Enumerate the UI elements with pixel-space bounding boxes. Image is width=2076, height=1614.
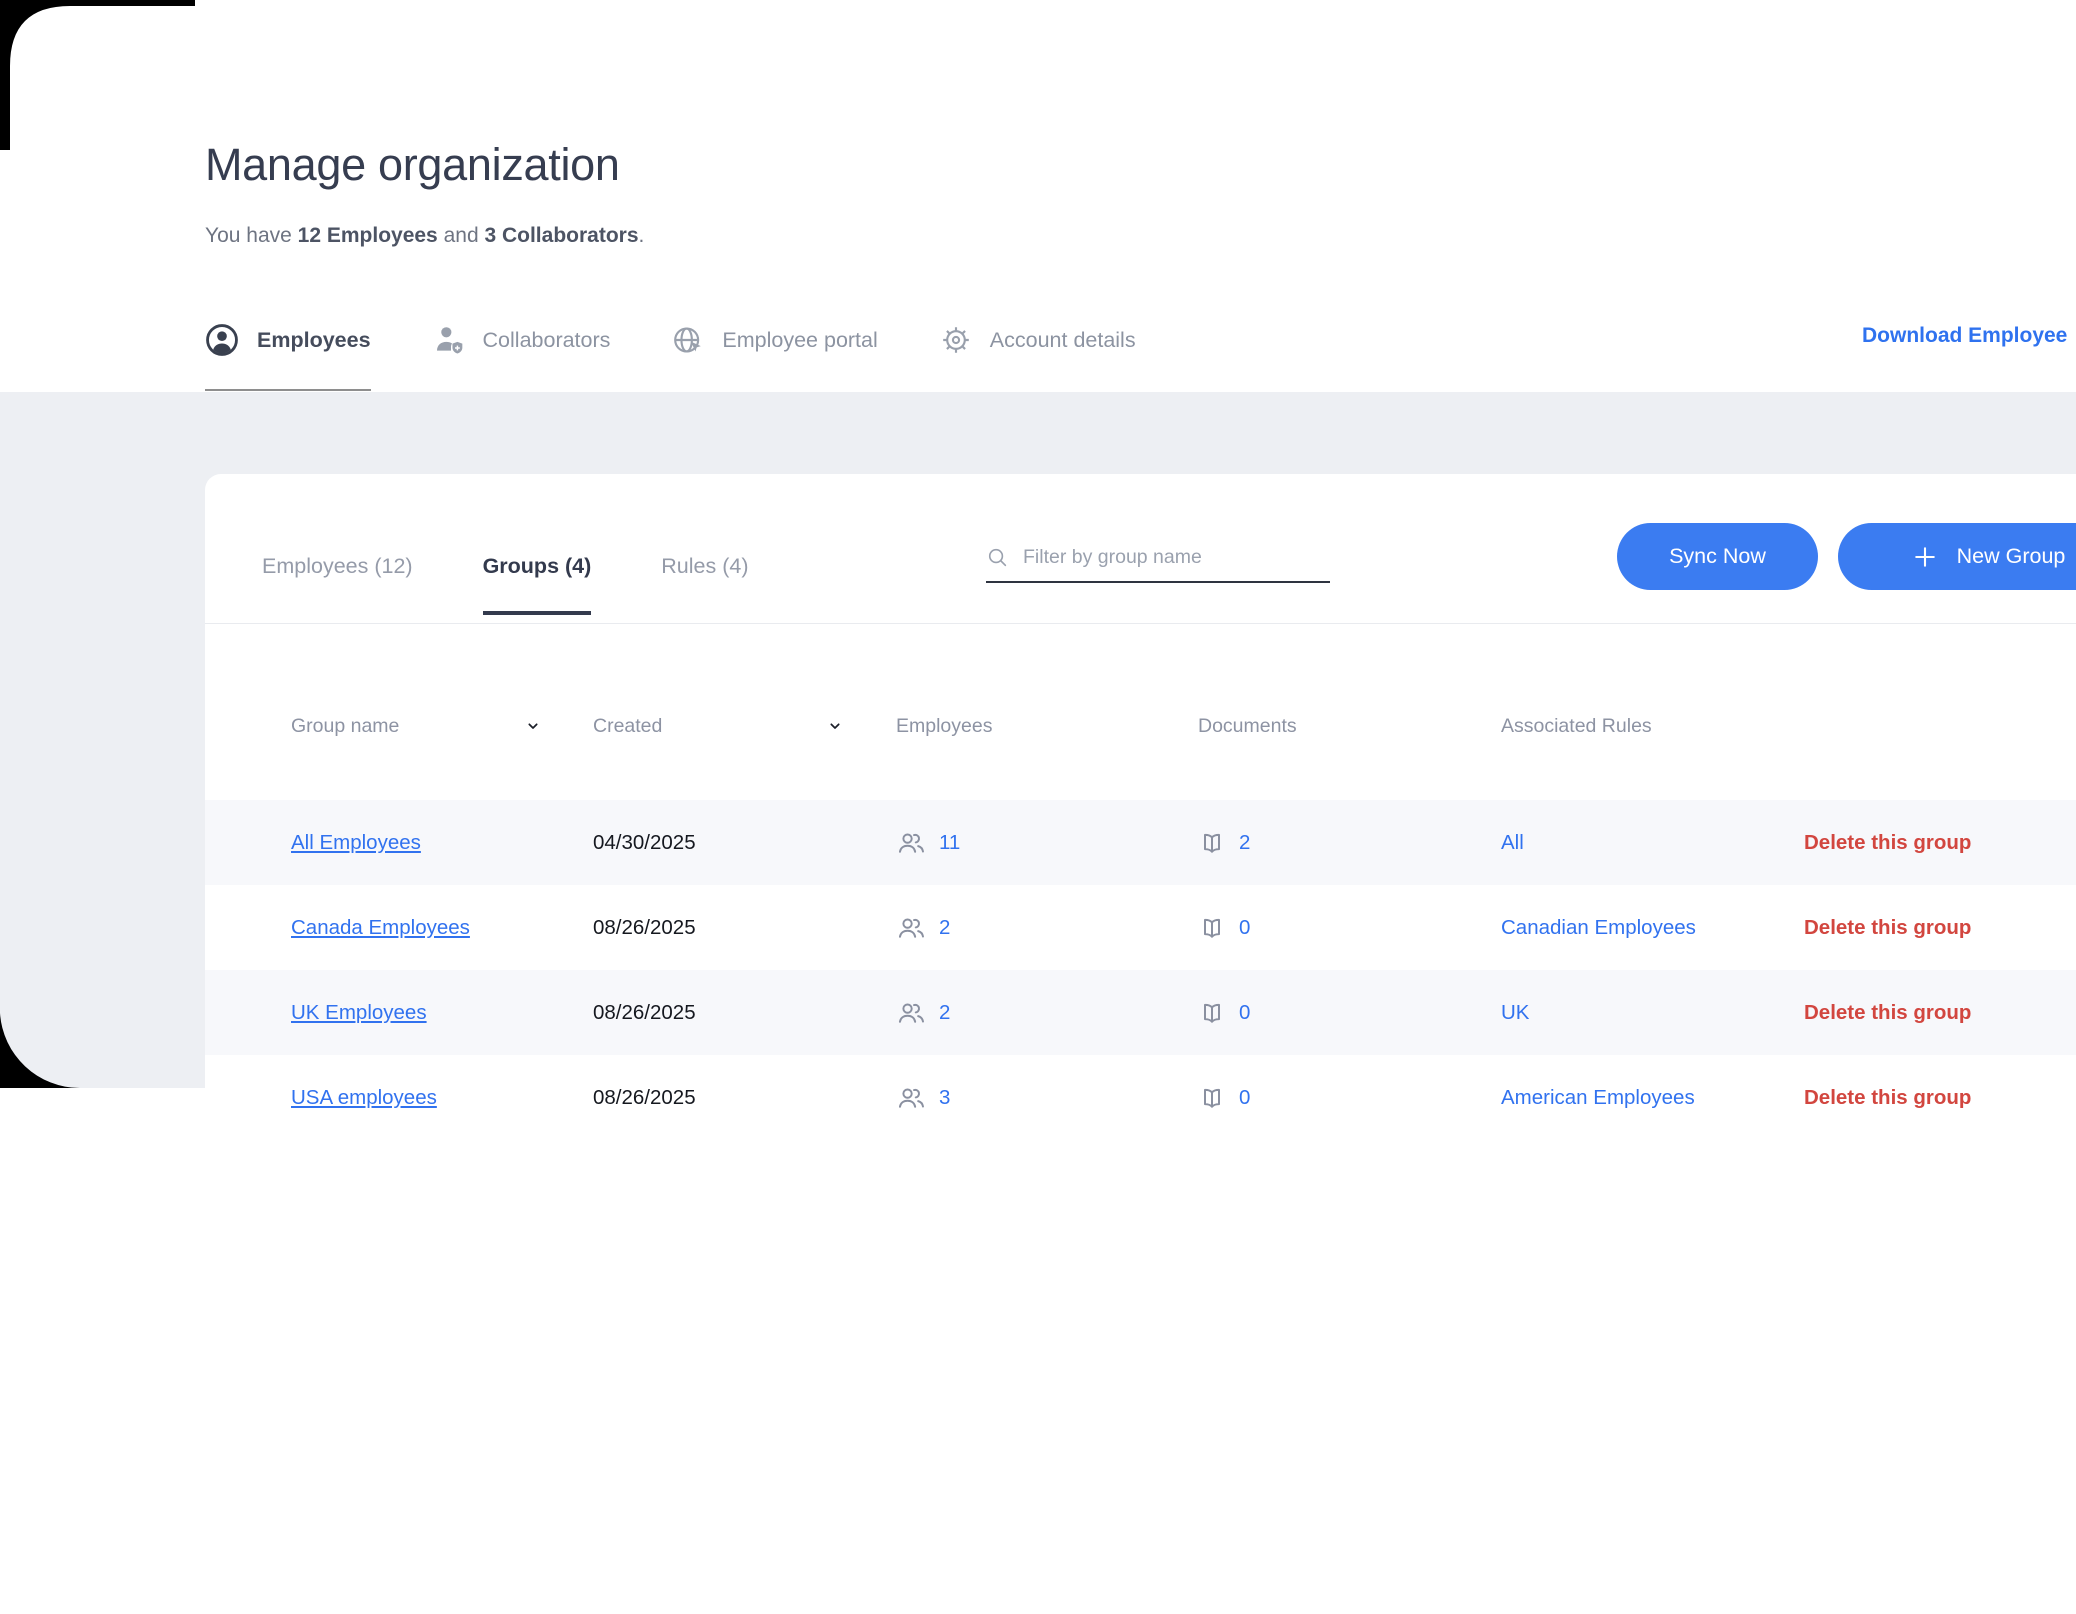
gear-icon [940, 324, 972, 356]
associated-rule-link[interactable]: All [1501, 831, 1524, 854]
tab-employees-list[interactable]: Employees (12) [262, 556, 413, 578]
chevron-down-icon[interactable] [525, 718, 541, 734]
search-icon [986, 546, 1009, 569]
subtitle: You have 12 Employees and 3 Collaborator… [205, 224, 644, 248]
associated-rule-link[interactable]: UK [1501, 1001, 1529, 1024]
people-icon [896, 829, 926, 857]
document-count-link[interactable]: 0 [1239, 916, 1250, 940]
column-header-associated-rules: Associated Rules [1501, 715, 1804, 738]
created-date: 08/26/2025 [593, 1086, 896, 1110]
page-header: Manage organization You have 12 Employee… [0, 0, 2076, 392]
delete-group-button[interactable]: Delete this group [1804, 831, 2076, 855]
column-header-created: Created [593, 715, 896, 738]
tab-rules[interactable]: Rules (4) [661, 556, 748, 578]
person-circle-icon [205, 323, 239, 357]
tab-label: Account details [990, 328, 1136, 353]
new-group-label: New Group [1957, 544, 2066, 569]
tab-employee-portal[interactable]: Employee portal [672, 324, 877, 356]
document-count-link[interactable]: 2 [1239, 831, 1250, 855]
globe-cursor-icon [672, 324, 704, 356]
card-tabs: Employees (12) Groups (4) Rules (4) [262, 556, 749, 578]
new-group-button[interactable]: New Group [1838, 523, 2076, 590]
group-name-link[interactable]: USA employees [291, 1086, 437, 1109]
delete-group-button[interactable]: Delete this group [1804, 916, 2076, 940]
subtitle-text: You have [205, 224, 298, 247]
associated-rule-link[interactable]: American Employees [1501, 1086, 1695, 1109]
content-section: Employees (12) Groups (4) Rules (4) Sync… [0, 392, 2076, 1088]
group-filter [986, 546, 1330, 583]
chevron-down-icon[interactable] [827, 718, 843, 734]
employee-count: 12 Employees [298, 224, 438, 247]
table-row: UK Employees 08/26/2025 2 0 UK Delete th… [205, 970, 2076, 1055]
collaborator-count: 3 Collaborators [484, 224, 638, 247]
associated-rule-link[interactable]: Canadian Employees [1501, 916, 1696, 939]
book-icon [1198, 999, 1226, 1027]
table-row: USA employees 08/26/2025 3 0 American Em… [205, 1055, 2076, 1140]
group-name-link[interactable]: Canada Employees [291, 916, 470, 939]
employee-count-link[interactable]: 2 [939, 1001, 950, 1025]
group-name-link[interactable]: UK Employees [291, 1001, 427, 1024]
tab-label: Employees [257, 328, 371, 353]
tab-collaborators[interactable]: Collaborators [433, 324, 611, 356]
delete-group-button[interactable]: Delete this group [1804, 1001, 2076, 1025]
book-icon [1198, 914, 1226, 942]
delete-group-button[interactable]: Delete this group [1804, 1086, 2076, 1110]
people-icon [896, 914, 926, 942]
people-icon [896, 999, 926, 1027]
created-date: 04/30/2025 [593, 831, 896, 855]
column-header-documents: Documents [1198, 715, 1501, 738]
employee-count-link[interactable]: 3 [939, 1086, 950, 1110]
tab-label: Employee portal [722, 328, 877, 353]
document-count-link[interactable]: 0 [1239, 1086, 1250, 1110]
table-row: All Employees 04/30/2025 11 2 All Delete… [205, 800, 2076, 885]
employee-count-link[interactable]: 2 [939, 916, 950, 940]
column-header-employees: Employees [896, 715, 1198, 738]
page-title: Manage organization [205, 138, 620, 192]
tab-account-details[interactable]: Account details [940, 324, 1136, 356]
document-count-link[interactable]: 0 [1239, 1001, 1250, 1025]
groups-card: Employees (12) Groups (4) Rules (4) Sync… [205, 474, 2076, 1614]
filter-input[interactable] [1023, 546, 1303, 569]
table-row: Canada Employees 08/26/2025 2 0 Canadian… [205, 885, 2076, 970]
sync-now-button[interactable]: Sync Now [1617, 523, 1818, 590]
table-header: Group name Created Employees Documents A… [205, 624, 2076, 800]
card-header: Employees (12) Groups (4) Rules (4) Sync… [205, 474, 2076, 624]
plus-icon [1911, 543, 1939, 571]
groups-table-body: All Employees 04/30/2025 11 2 All Delete… [205, 800, 2076, 1140]
tab-groups[interactable]: Groups (4) [483, 556, 592, 578]
person-shield-icon [433, 324, 465, 356]
created-date: 08/26/2025 [593, 1001, 896, 1025]
column-header-group-name: Group name [291, 715, 593, 738]
tab-label: Collaborators [483, 328, 611, 353]
tab-employees[interactable]: Employees [205, 323, 371, 357]
group-name-link[interactable]: All Employees [291, 831, 421, 854]
employee-count-link[interactable]: 11 [939, 831, 960, 855]
download-employee-link[interactable]: Download Employee [1862, 324, 2067, 348]
main-tabs: Employees Collaborators Employee portal … [205, 318, 1136, 362]
book-icon [1198, 829, 1226, 857]
created-date: 08/26/2025 [593, 916, 896, 940]
